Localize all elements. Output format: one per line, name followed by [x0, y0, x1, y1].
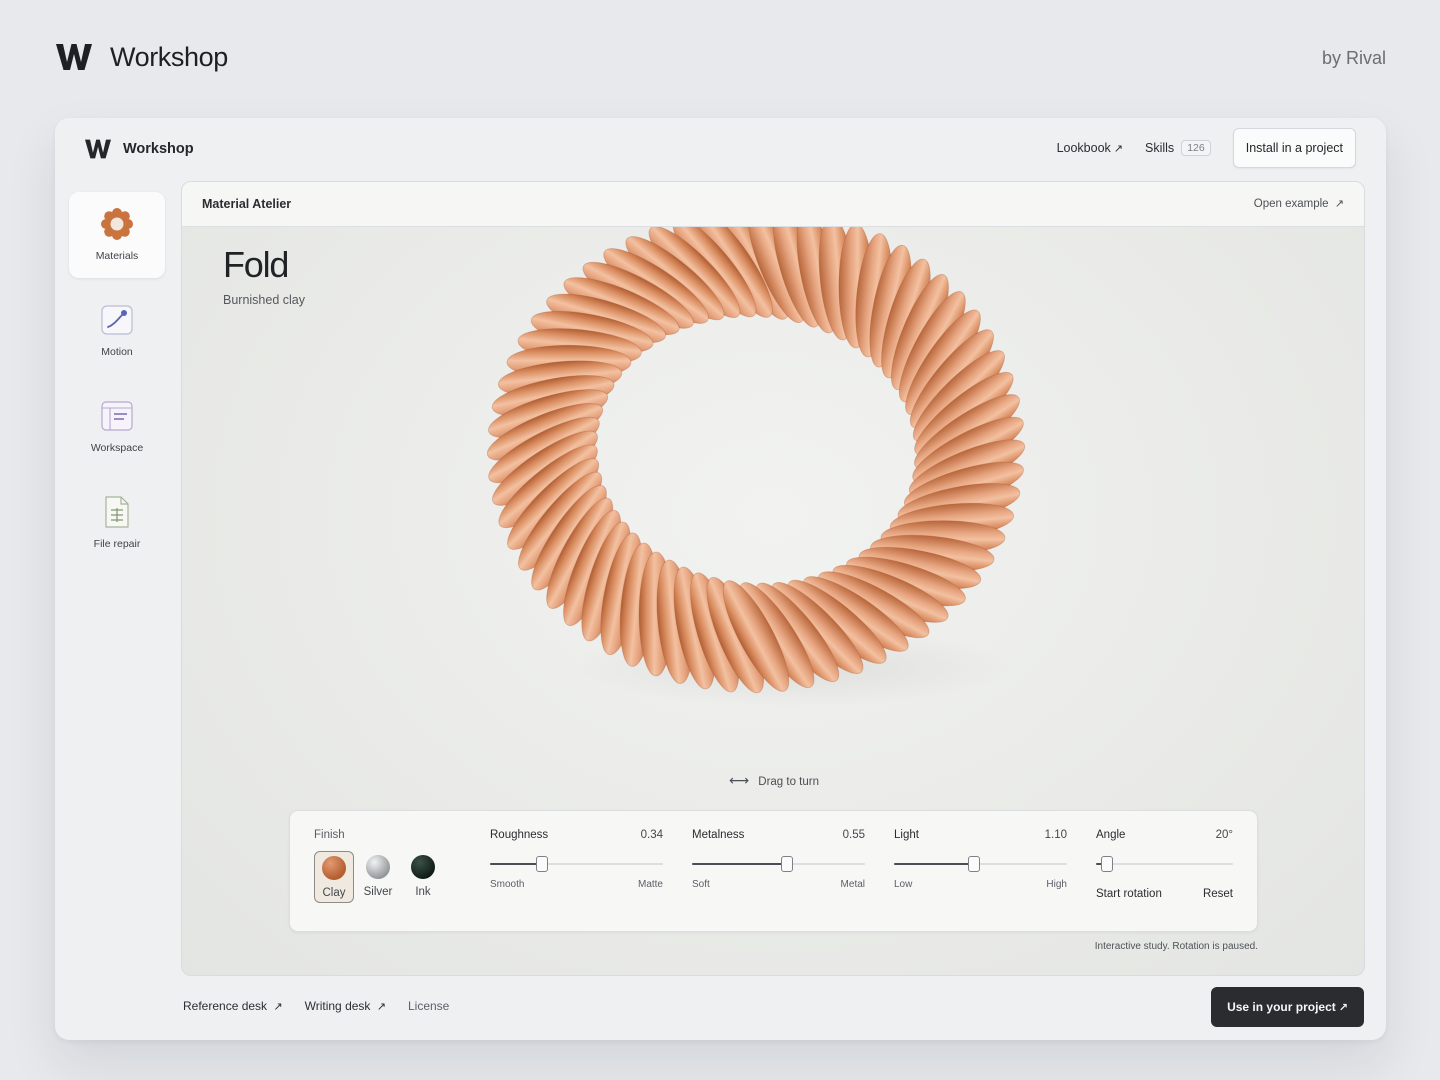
page-header: Workshop by Rival — [56, 40, 1386, 80]
roughness-max-label: Matte — [637, 879, 663, 890]
lookbook-label: Lookbook — [1056, 141, 1111, 155]
metalness-max-label: Metal — [840, 879, 865, 890]
external-arrow-icon: ↗ — [1338, 1001, 1348, 1014]
ink-dot — [411, 855, 435, 879]
open-example-link[interactable]: Open example ↗ — [1254, 197, 1344, 210]
install-button[interactable]: Install in a project — [1232, 128, 1356, 168]
clay-dot — [322, 856, 346, 880]
workshop-logo-icon — [56, 44, 92, 70]
roughness-min-label: Smooth — [490, 879, 525, 890]
metalness-control: Metalness 0.55 Soft Metal — [692, 829, 865, 890]
slider-track — [1096, 863, 1233, 865]
sidebar-item-label: File repair — [93, 538, 141, 550]
metalness-value: 0.55 — [842, 829, 865, 841]
external-arrow-icon: ↗ — [1334, 198, 1344, 210]
skills-count-badge: 126 — [1181, 140, 1211, 156]
slider-fill — [894, 863, 974, 865]
document-icon — [99, 494, 135, 530]
silver-dot — [366, 855, 390, 879]
sidebar-item-label: Workspace — [90, 442, 144, 454]
license-link[interactable]: License — [408, 999, 449, 1013]
app-logo-icon[interactable] — [85, 138, 111, 160]
use-in-project-button[interactable]: Use in your project ↗ — [1211, 987, 1364, 1027]
roughness-control: Roughness 0.34 Smooth Matte — [490, 829, 663, 890]
skills-label: Skills — [1145, 141, 1175, 155]
material-controls: Finish Clay Silver Ink Roughness 0.34 Sm… — [289, 810, 1258, 932]
torus-viewport[interactable] — [182, 206, 1365, 787]
use-button-label: Use in your project — [1227, 1000, 1336, 1014]
finish-silver-swatch[interactable]: Silver — [358, 851, 398, 903]
sidebar-item-label: Materials — [95, 250, 139, 262]
panel-header: Material Atelier Open example ↗ — [182, 182, 1364, 227]
horizontal-arrows-icon: ⟷ — [728, 772, 750, 788]
lookbook-link[interactable]: Lookbook ↗ — [1057, 141, 1123, 155]
swatch-label: Silver — [363, 886, 393, 898]
status-note: Interactive study. Rotation is paused. — [1094, 941, 1258, 952]
swatch-label: Ink — [415, 886, 431, 898]
angle-control: Angle 20° Start rotation Reset — [1096, 829, 1233, 900]
roughness-slider[interactable] — [490, 856, 663, 872]
material-panel: Material Atelier Open example ↗ Fold Bur… — [181, 181, 1365, 976]
finish-ink-swatch[interactable]: Ink — [403, 851, 443, 903]
reference-desk-link[interactable]: Reference desk ↗ — [183, 999, 283, 1013]
open-example-label: Open example — [1253, 198, 1329, 210]
swatch-label: Clay — [322, 887, 346, 899]
flower-gear-icon — [99, 206, 135, 242]
metalness-label: Metalness — [692, 829, 745, 841]
light-value: 1.10 — [1044, 829, 1067, 841]
light-max-label: High — [1046, 879, 1067, 890]
reset-button[interactable]: Reset — [1203, 888, 1233, 900]
slider-thumb[interactable] — [535, 856, 548, 872]
skills-link[interactable]: Skills 126 — [1145, 140, 1211, 156]
metalness-slider[interactable] — [692, 856, 865, 872]
footer-links: Reference desk ↗ Writing desk ↗ License — [183, 999, 471, 1013]
drag-hint: ⟷ Drag to turn — [182, 772, 1364, 789]
brand-title: Workshop — [110, 42, 228, 72]
app-title[interactable]: Workshop — [123, 141, 194, 157]
slider-thumb[interactable] — [967, 856, 980, 872]
sidebar-item-workspace[interactable]: Workspace — [69, 384, 165, 470]
light-label: Light — [894, 829, 919, 841]
angle-slider[interactable] — [1096, 856, 1233, 872]
writing-desk-label: Writing desk — [304, 999, 371, 1013]
sidebar-item-label: Motion — [101, 346, 133, 358]
reference-desk-label: Reference desk — [183, 999, 268, 1013]
top-nav: Lookbook ↗ Skills 126 Install in a proje… — [1057, 128, 1356, 168]
folded-torus-render[interactable] — [182, 206, 1365, 787]
workspace-window-icon — [99, 398, 135, 434]
slider-fill — [692, 863, 788, 865]
angle-label: Angle — [1096, 829, 1126, 841]
external-arrow-icon: ↗ — [273, 1001, 283, 1013]
writing-desk-link[interactable]: Writing desk ↗ — [305, 999, 386, 1013]
roughness-label: Roughness — [490, 829, 549, 841]
finish-clay-swatch[interactable]: Clay — [314, 851, 354, 903]
sidebar-item-file-repair[interactable]: File repair — [69, 480, 165, 566]
external-arrow-icon: ↗ — [376, 1001, 386, 1013]
finish-label: Finish — [314, 829, 345, 841]
drag-hint-label: Drag to turn — [758, 776, 819, 788]
slider-fill — [490, 863, 542, 865]
motion-curve-icon — [99, 302, 135, 338]
slider-thumb[interactable] — [781, 856, 794, 872]
sidebar-item-materials[interactable]: Materials — [69, 192, 165, 278]
external-arrow-icon: ↗ — [1113, 142, 1124, 155]
start-rotation-button[interactable]: Start rotation — [1096, 888, 1162, 900]
sidebar-item-motion[interactable]: Motion — [69, 288, 165, 374]
light-min-label: Low — [894, 879, 913, 890]
app-window: Workshop Lookbook ↗ Skills 126 Install i… — [55, 118, 1386, 1040]
angle-value: 20° — [1215, 829, 1233, 841]
metalness-min-label: Soft — [692, 879, 710, 890]
slider-thumb[interactable] — [1100, 856, 1113, 872]
light-slider[interactable] — [894, 856, 1067, 872]
light-control: Light 1.10 Low High — [894, 829, 1067, 890]
sidebar: Materials Motion Workspace File repair — [69, 192, 165, 576]
panel-title: Material Atelier — [202, 197, 292, 211]
brand-byline: by Rival — [1321, 48, 1386, 68]
roughness-value: 0.34 — [640, 829, 663, 841]
